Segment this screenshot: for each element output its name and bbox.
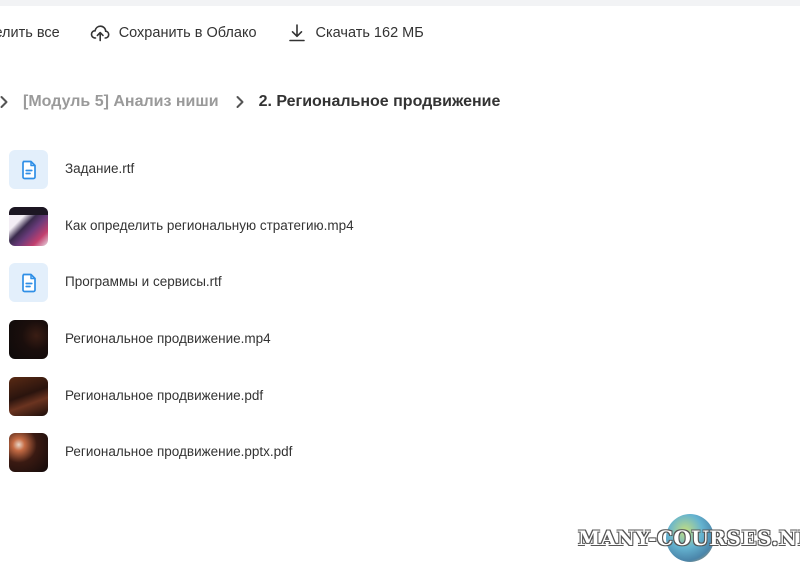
file-name: Региональное продвижение.pdf <box>65 388 264 403</box>
file-browser-page: делить все Сохранить в Облако Скачать 16… <box>0 0 800 574</box>
file-row[interactable]: Как определить региональную стратегию.mp… <box>0 205 760 249</box>
save-to-cloud-label: Сохранить в Облако <box>118 25 257 41</box>
file-name: Как определить региональную стратегию.mp… <box>65 218 354 233</box>
document-icon <box>9 150 48 189</box>
document-icon <box>9 263 48 302</box>
save-to-cloud-button[interactable]: Сохранить в Облако <box>90 23 257 43</box>
top-strip <box>0 0 800 6</box>
chevron-right-icon <box>233 95 247 109</box>
file-name: Региональное продвижение.pptx.pdf <box>65 444 293 459</box>
file-row[interactable]: Региональное продвижение.pdf <box>0 375 760 419</box>
cloud-upload-icon <box>90 23 110 43</box>
pdf-thumbnail <box>9 433 48 472</box>
file-row[interactable]: Региональное продвижение.pptx.pdf <box>0 431 760 475</box>
toolbar: делить все Сохранить в Облако Скачать 16… <box>0 18 424 48</box>
download-label: Скачать 162 МБ <box>315 25 424 41</box>
video-thumbnail <box>9 207 48 246</box>
file-row[interactable]: Региональное продвижение.mp4 <box>0 318 760 362</box>
download-icon <box>287 23 307 43</box>
breadcrumb-current: 2. Региональное продвижение <box>258 93 501 110</box>
breadcrumb: [Модуль 5] Анализ ниши 2. Региональное п… <box>0 90 500 114</box>
select-all-label: делить все <box>0 25 60 41</box>
file-name: Программы и сервисы.rtf <box>65 274 222 289</box>
video-thumbnail <box>9 320 48 359</box>
file-row[interactable]: Задание.rtf <box>0 148 760 192</box>
file-name: Региональное продвижение.mp4 <box>65 331 271 346</box>
chevron-right-icon <box>0 95 11 109</box>
pdf-thumbnail <box>9 377 48 416</box>
download-button[interactable]: Скачать 162 МБ <box>287 23 424 43</box>
watermark-text: MANY-COURSES.NET <box>578 526 800 550</box>
file-row[interactable]: Программы и сервисы.rtf <box>0 261 760 305</box>
breadcrumb-parent-link[interactable]: [Модуль 5] Анализ ниши <box>23 93 219 111</box>
watermark: MANY-COURSES.NET <box>578 514 800 562</box>
select-all-button[interactable]: делить все <box>0 25 60 41</box>
file-name: Задание.rtf <box>65 161 135 176</box>
